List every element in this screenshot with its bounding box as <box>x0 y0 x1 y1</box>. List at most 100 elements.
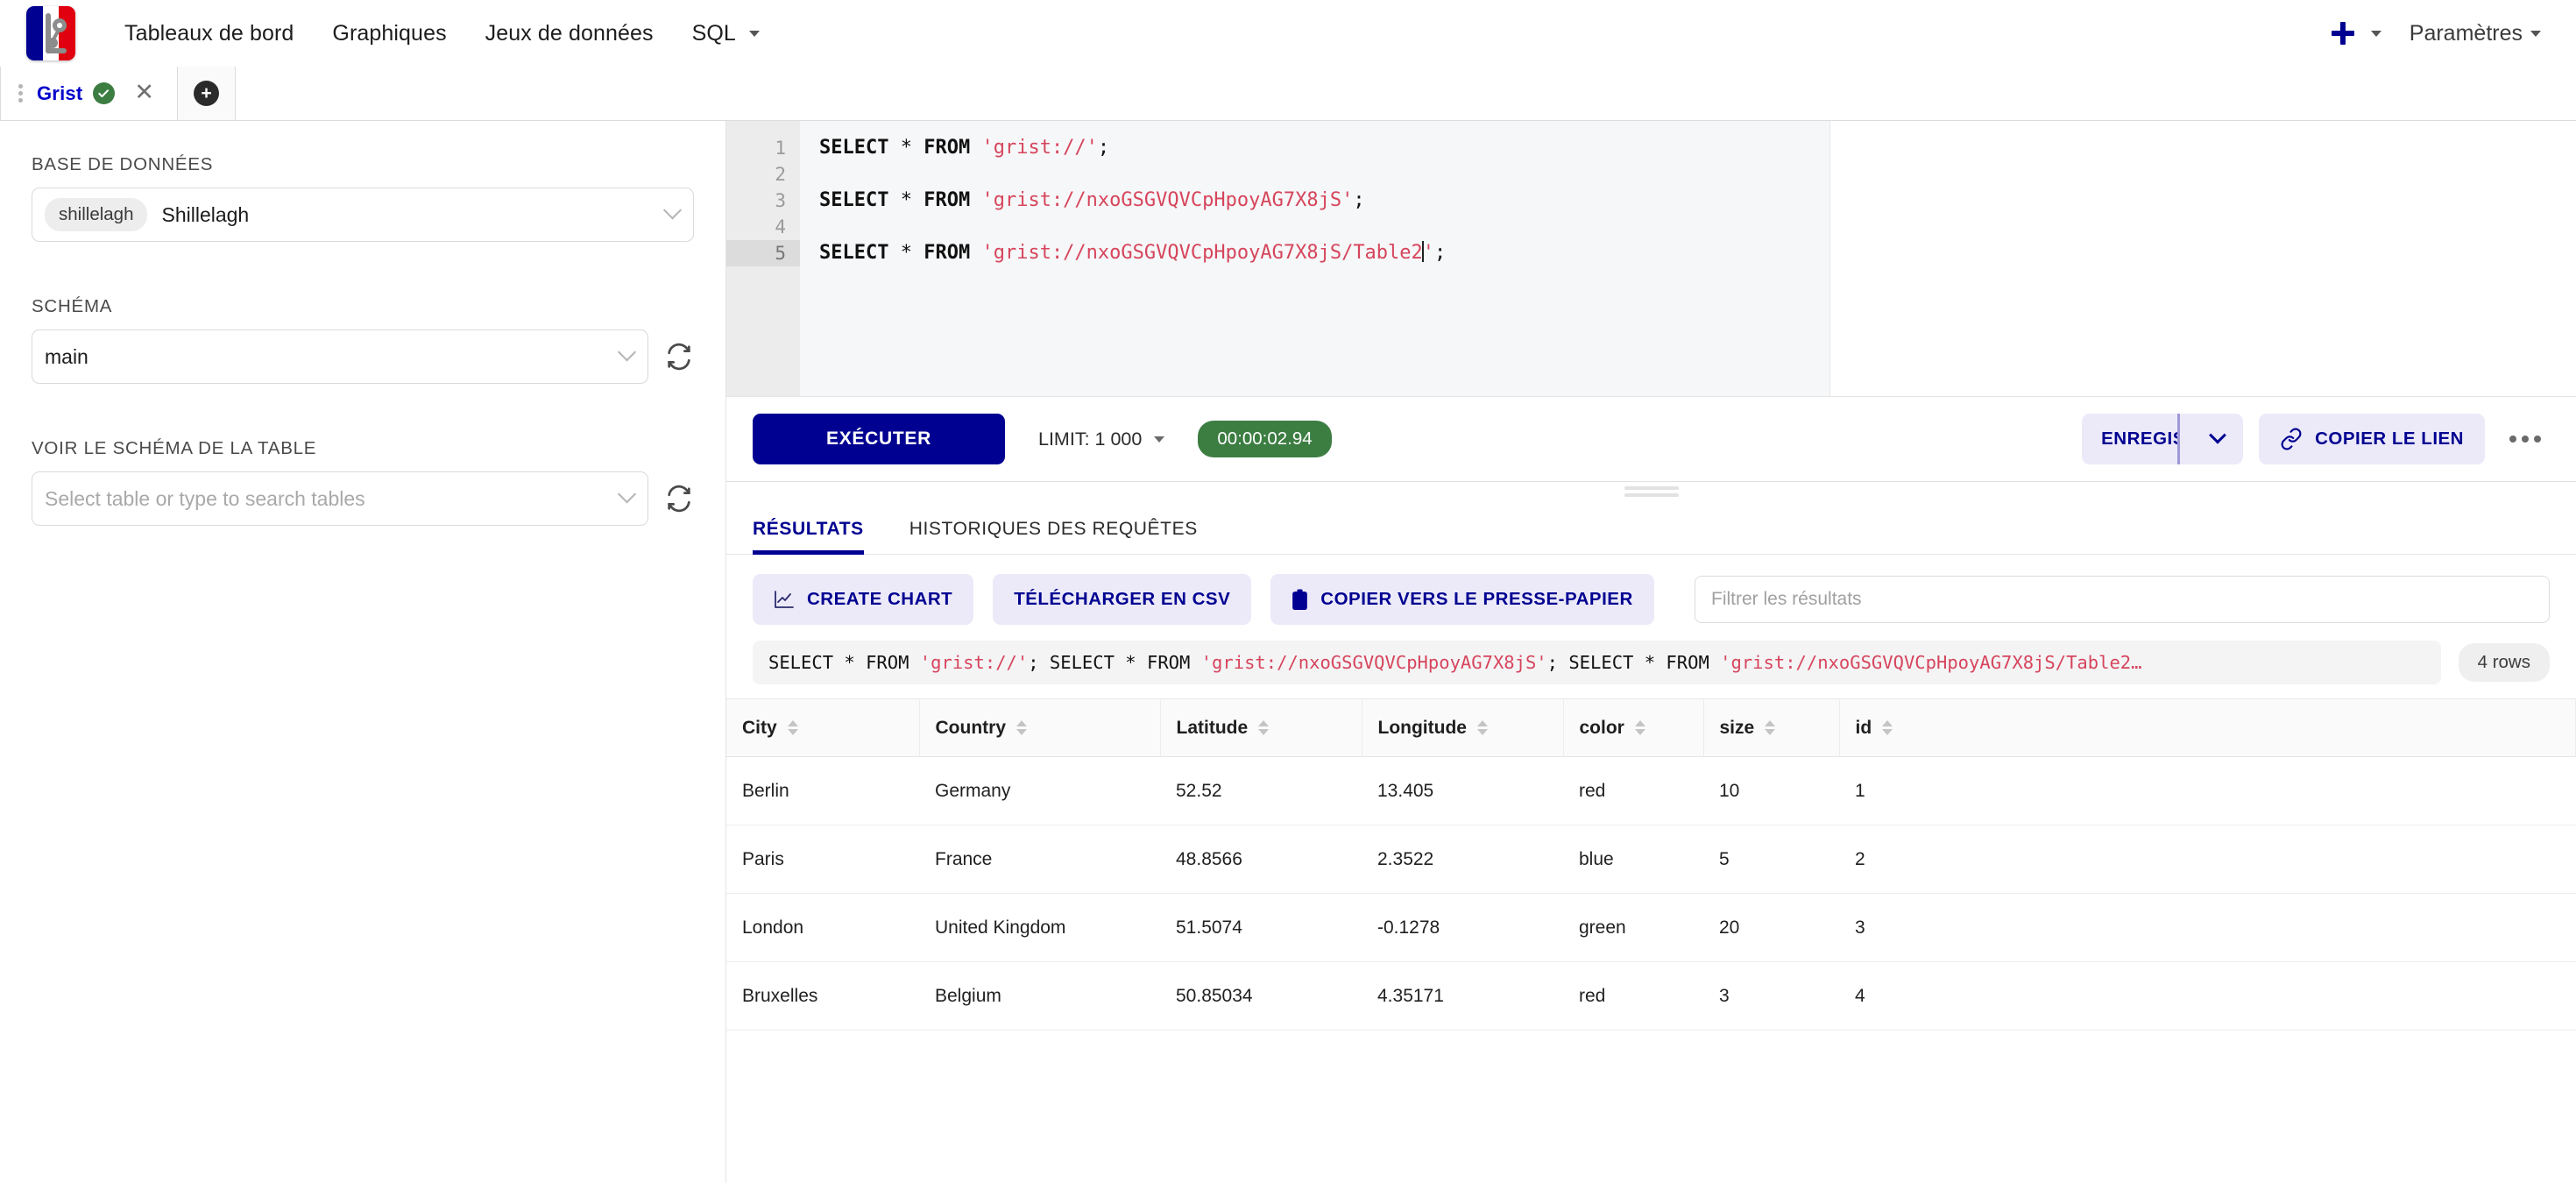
schema-field-row: main <box>32 329 694 384</box>
table-select[interactable]: Select table or type to search tables <box>32 471 648 526</box>
sql-punct: ; <box>1353 189 1365 211</box>
column-header-longitude[interactable]: Longitude <box>1362 698 1564 757</box>
column-header-color[interactable]: color <box>1563 698 1704 757</box>
nav-link-datasets[interactable]: Jeux de données <box>466 12 673 55</box>
more-options-button[interactable] <box>2501 429 2550 450</box>
sql-editor[interactable]: 1 2 3 4 5 SELECT * FROM 'grist://'; SELE… <box>726 121 2576 397</box>
column-header-id[interactable]: id <box>1839 698 2576 757</box>
column-header-size[interactable]: size <box>1703 698 1840 757</box>
clipboard-icon <box>1292 589 1308 611</box>
tab-results[interactable]: RÉSULTATS <box>753 519 887 555</box>
results-action-bar: CREATE CHART TÉLÉCHARGER EN CSV COPIER V… <box>726 555 2576 641</box>
sql-keyword: SELECT <box>819 137 889 159</box>
tab-menu-icon[interactable] <box>15 84 26 103</box>
cell-city: London <box>726 893 919 962</box>
column-header-latitude[interactable]: Latitude <box>1160 698 1362 757</box>
sort-icon[interactable] <box>1016 720 1027 735</box>
cell-color: green <box>1563 893 1703 962</box>
sql-star: * <box>900 137 912 159</box>
nav-link-dashboards-label: Tableaux de bord <box>124 20 294 46</box>
table-field-row: Select table or type to search tables <box>32 471 694 526</box>
pane-splitter-handle[interactable] <box>726 481 2576 500</box>
results-table-container[interactable]: City Country Latitude Longitude color si… <box>726 698 2576 1183</box>
column-header-size-label: size <box>1719 717 1755 738</box>
cell-country: France <box>919 825 1160 894</box>
nav-link-datasets-label: Jeux de données <box>485 20 654 46</box>
french-flag-logo[interactable] <box>26 6 75 60</box>
schema-field-label: SCHÉMA <box>32 296 113 316</box>
cell-longitude: -0.1278 <box>1362 893 1563 962</box>
executed-query-text[interactable]: SELECT * FROM 'grist://'; SELECT * FROM … <box>753 641 2441 684</box>
chevron-down-icon <box>617 484 637 503</box>
nav-link-charts[interactable]: Graphiques <box>313 12 465 55</box>
cell-id: 4 <box>1839 961 2576 1031</box>
copy-to-clipboard-button[interactable]: COPIER VERS LE PRESSE-PAPIER <box>1270 574 1654 625</box>
table-select-placeholder: Select table or type to search tables <box>45 486 365 510</box>
sort-icon[interactable] <box>1258 720 1270 735</box>
plus-circle-icon: + <box>193 81 219 106</box>
run-query-button[interactable]: EXÉCUTER <box>753 414 1005 464</box>
results-table: City Country Latitude Longitude color si… <box>726 698 2576 1031</box>
save-query-button[interactable]: ENREGISTRER <box>2082 414 2244 464</box>
chevron-down-icon <box>662 200 683 219</box>
add-new-button[interactable] <box>2319 15 2394 52</box>
create-chart-button[interactable]: CREATE CHART <box>753 574 974 625</box>
superset-mark-icon <box>46 13 67 53</box>
add-tab-button[interactable]: + <box>177 67 236 120</box>
tab-query-history[interactable]: HISTORIQUES DES REQUÊTES <box>887 519 1221 554</box>
schema-select-value: main <box>45 344 88 368</box>
sort-icon[interactable] <box>1634 720 1645 735</box>
cell-id: 1 <box>1839 756 2576 825</box>
editor-empty-right-area <box>1829 121 2576 396</box>
database-select[interactable]: shillelagh Shillelagh <box>32 188 694 242</box>
sql-string-end: ' <box>1422 242 1435 264</box>
top-navigation-bar: Tableaux de bord Graphiques Jeux de donn… <box>0 0 2576 67</box>
save-query-dropdown[interactable] <box>2192 414 2243 464</box>
column-header-city[interactable]: City <box>726 698 920 757</box>
chevron-down-icon <box>2370 30 2381 37</box>
nav-right-group: Paramètres <box>2319 14 2551 53</box>
table-row[interactable]: Paris France 48.8566 2.3522 blue 5 2 <box>726 825 2576 894</box>
schema-select[interactable]: main <box>32 329 648 384</box>
sort-icon[interactable] <box>787 720 798 735</box>
query-string-1: 'grist://' <box>919 652 1029 673</box>
tab-results-label: RÉSULTATS <box>753 519 864 539</box>
cell-color: red <box>1563 961 1703 1031</box>
tab-grist[interactable]: Grist ✕ <box>0 67 178 120</box>
tab-close-icon[interactable]: ✕ <box>125 80 158 107</box>
database-field-row: shillelagh Shillelagh <box>32 188 694 242</box>
sql-keyword: SELECT <box>819 189 889 211</box>
limit-dropdown[interactable]: LIMIT: 1 000 <box>1038 429 1165 450</box>
column-header-color-label: color <box>1579 717 1624 738</box>
table-row[interactable]: London United Kingdom 51.5074 -0.1278 gr… <box>726 893 2576 962</box>
sort-icon[interactable] <box>1765 720 1776 735</box>
toolbar-right-group: ENREGISTRER COPIER LE LIEN <box>2082 414 2550 464</box>
query-part-3: ; SELECT * FROM <box>1546 652 1721 673</box>
nav-link-sql[interactable]: SQL <box>673 12 779 55</box>
copy-link-label: COPIER LE LIEN <box>2315 429 2464 449</box>
sql-string: 'grist://nxoGSGVQVCpHpoyAG7X8jS/Table2 <box>981 242 1423 264</box>
column-header-latitude-label: Latitude <box>1176 717 1249 738</box>
column-header-country-label: Country <box>935 717 1007 738</box>
table-row[interactable]: Berlin Germany 52.52 13.405 red 10 1 <box>726 756 2576 825</box>
copy-link-button[interactable]: COPIER LE LIEN <box>2259 414 2485 464</box>
sql-star: * <box>900 242 912 264</box>
refresh-tables-icon[interactable] <box>664 484 694 514</box>
sort-icon[interactable] <box>1476 720 1488 735</box>
download-csv-label: TÉLÉCHARGER EN CSV <box>1014 589 1231 609</box>
table-row[interactable]: Bruxelles Belgium 50.85034 4.35171 red 3… <box>726 961 2576 1031</box>
column-header-city-label: City <box>742 717 777 738</box>
column-header-country[interactable]: Country <box>919 698 1161 757</box>
download-csv-button[interactable]: TÉLÉCHARGER EN CSV <box>993 574 1252 625</box>
line-number: 3 <box>775 190 786 211</box>
refresh-schemas-icon[interactable] <box>664 342 694 372</box>
query-part-2: ; SELECT * FROM <box>1028 652 1201 673</box>
query-timer-badge: 00:00:02.94 <box>1198 421 1332 457</box>
filter-results-input[interactable] <box>1695 576 2550 623</box>
sort-icon[interactable] <box>1882 720 1893 735</box>
nav-link-dashboards[interactable]: Tableaux de bord <box>105 12 313 55</box>
settings-menu[interactable]: Paramètres <box>2399 14 2551 53</box>
create-chart-label: CREATE CHART <box>807 589 953 609</box>
cell-size: 20 <box>1703 893 1839 962</box>
save-query-label: ENREGISTRER <box>2082 414 2181 464</box>
